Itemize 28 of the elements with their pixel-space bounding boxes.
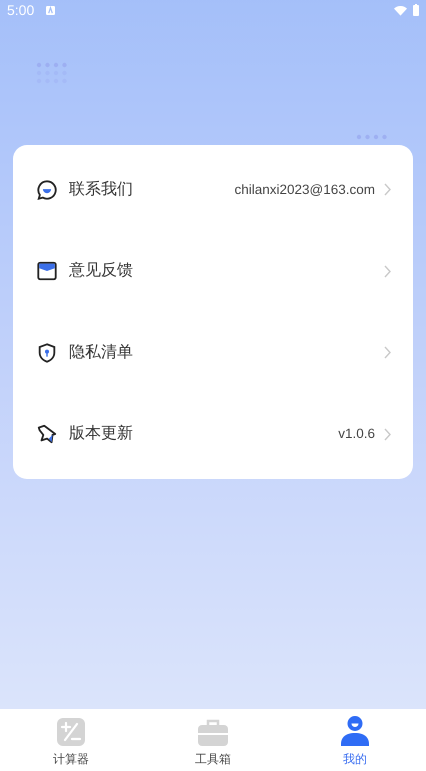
menu-label: 隐私清单: [69, 342, 133, 363]
rocket-icon: [36, 423, 58, 446]
menu-label: 版本更新: [69, 424, 133, 444]
menu-value: v1.0.6: [338, 425, 375, 444]
notification-icon: [46, 6, 56, 14]
inbox-icon: [36, 260, 58, 282]
status-time: 5:00: [7, 0, 34, 20]
chevron-right-icon: [384, 183, 391, 196]
nav-tab[interactable]: 工具箱: [142, 709, 284, 771]
menu-value: chilanxi2023@163.com: [234, 180, 375, 199]
menu-label: 联系我们: [69, 180, 133, 200]
menu-item[interactable]: 版本更新 v1.0.6: [13, 394, 413, 475]
menu-item[interactable]: 隐私清单: [13, 312, 413, 394]
menu-label: 意见反馈: [69, 260, 133, 282]
chevron-right-icon: [384, 428, 391, 441]
battery-icon: [413, 4, 419, 16]
chat-bubble-icon: [36, 178, 58, 201]
calculator-icon: [57, 718, 85, 746]
menu-item[interactable]: 联系我们 chilanxi2023@163.com: [13, 149, 413, 230]
wifi-icon: [394, 4, 407, 16]
shield-icon: [36, 342, 58, 364]
chevron-right-icon: [384, 346, 391, 360]
nav-tab[interactable]: 计算器: [0, 709, 142, 771]
chevron-right-icon: [384, 264, 391, 278]
menu-item[interactable]: 意见反馈: [13, 230, 413, 312]
nav-tab[interactable]: 我的: [284, 709, 426, 771]
toolbox-icon: [198, 718, 228, 746]
person-icon: [341, 716, 369, 746]
